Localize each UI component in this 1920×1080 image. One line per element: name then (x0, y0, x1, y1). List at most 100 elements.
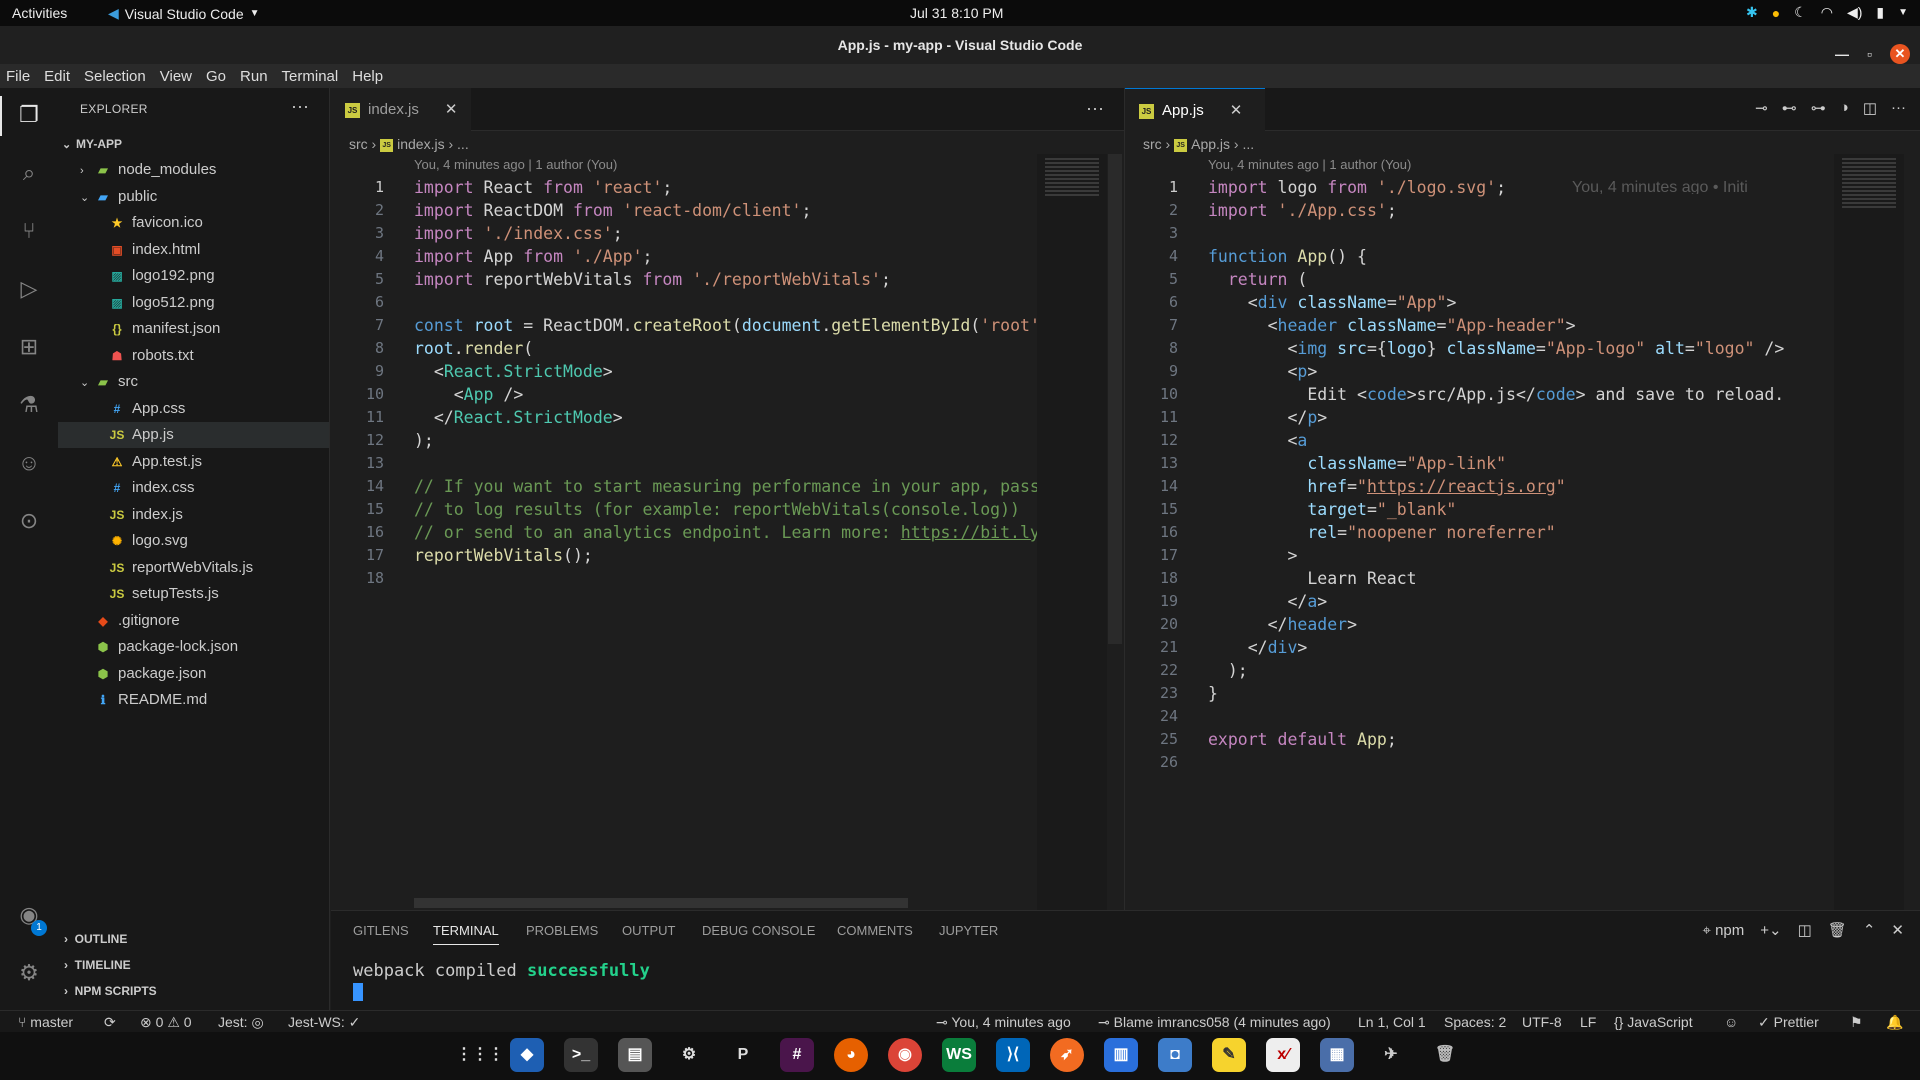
split-terminal-icon[interactable]: ◫ (1798, 921, 1812, 939)
tree-item[interactable]: ★ favicon.ico (58, 210, 329, 236)
tree-root[interactable]: ⌄ MY-APP (58, 131, 329, 157)
jest-status[interactable]: Jest: ◎ (218, 1011, 264, 1033)
kill-terminal-icon[interactable]: 🗑 (1828, 921, 1847, 939)
document-app-icon[interactable]: ▥ (1104, 1038, 1138, 1072)
code-editor-index-js[interactable]: import React from 'react'; import ReactD… (414, 176, 1038, 567)
tab-debug-console[interactable]: DEBUG CONSOLE (702, 923, 815, 938)
minimap-left[interactable] (1037, 154, 1107, 910)
gitlens-icon[interactable]: ⊙ (14, 506, 44, 536)
codelens-blame[interactable]: You, 4 minutes ago | 1 author (You) (414, 157, 617, 175)
tree-item[interactable]: ⬢ package.json (58, 661, 329, 687)
gitlens-compare-icon[interactable]: ⊸ (1755, 99, 1768, 117)
breadcrumb[interactable]: src › JS index.js › ... (349, 133, 469, 155)
show-apps-icon[interactable]: ⋮⋮⋮ (456, 1038, 504, 1072)
night-light-icon[interactable]: ☾ (1794, 4, 1807, 21)
p-app-icon[interactable]: P (726, 1038, 760, 1072)
tab-problems[interactable]: PROBLEMS (526, 923, 598, 938)
tab-app-js[interactable]: JS App.js ✕ (1125, 88, 1265, 131)
terminal-app-icon[interactable]: >_ (564, 1038, 598, 1072)
battery-icon[interactable]: ▮ (1876, 4, 1884, 21)
tree-item[interactable]: # App.css (58, 396, 329, 422)
chrome-app-icon[interactable]: ◉ (888, 1038, 922, 1072)
menu-terminal[interactable]: Terminal (282, 68, 339, 85)
tree-item[interactable]: ▨ logo512.png (58, 290, 329, 316)
tab-gitlens[interactable]: GITLENS (353, 923, 409, 938)
minimap-right[interactable] (1834, 154, 1904, 910)
chevron-down-icon[interactable]: ▼ (1898, 7, 1908, 18)
firefox-app-icon[interactable]: ◕ (834, 1038, 868, 1072)
copilot-icon[interactable]: ☺ (14, 448, 44, 478)
source-control-icon[interactable]: ⑂ (14, 216, 44, 246)
wifi-icon[interactable]: ◠ (1821, 4, 1833, 21)
copilot-status-icon[interactable]: ☺ (1724, 1011, 1738, 1033)
menu-go[interactable]: Go (206, 68, 226, 85)
tree-item[interactable]: {} manifest.json (58, 316, 329, 342)
postman-app-icon[interactable]: ➶ (1050, 1038, 1084, 1072)
close-tab-icon[interactable]: ✕ (445, 101, 458, 118)
tab-comments[interactable]: COMMENTS (837, 923, 913, 938)
prettier-status[interactable]: ✓ Prettier (1758, 1011, 1819, 1033)
system-tray[interactable]: ✱ ● ☾ ◠ ◀) ▮ ▼ (1746, 4, 1908, 21)
split-editor-icon[interactable]: ◫ (1863, 99, 1877, 117)
slack-app-icon[interactable]: # (780, 1038, 814, 1072)
tab-jupyter[interactable]: JUPYTER (939, 923, 998, 938)
explorer-icon[interactable]: ❐ (14, 100, 44, 130)
chrome-tray-icon[interactable]: ● (1772, 5, 1780, 21)
tree-item[interactable]: ⌄ ▰ src (58, 369, 329, 395)
formula-app-icon[interactable]: x⁄ (1266, 1038, 1300, 1072)
indentation[interactable]: Spaces: 2 (1444, 1011, 1506, 1033)
more-actions-icon[interactable]: ··· (1891, 99, 1906, 117)
close-tab-icon[interactable]: ✕ (1230, 102, 1243, 119)
run-debug-icon[interactable]: ▷ (14, 274, 44, 304)
breadcrumb[interactable]: src › JS App.js › ... (1143, 133, 1254, 155)
tree-item[interactable]: ◆ .gitignore (58, 608, 329, 634)
problems-status[interactable]: ⊗ 0 ⚠ 0 (140, 1011, 192, 1033)
settings-gear-icon[interactable]: ⚙ (14, 958, 44, 988)
commit-status[interactable]: ⊸ You, 4 minutes ago (936, 1011, 1071, 1033)
horizontal-scrollbar[interactable] (414, 898, 908, 908)
clock[interactable]: Jul 31 8:10 PM (910, 5, 1003, 21)
testing-icon[interactable]: ⚗ (14, 390, 44, 420)
diamond-app-icon[interactable]: ◆ (510, 1038, 544, 1072)
tree-item[interactable]: JS App.js (58, 422, 329, 448)
notes-app-icon[interactable]: ✎ (1212, 1038, 1246, 1072)
trash-icon[interactable]: 🗑 (1428, 1038, 1462, 1072)
screenshot-app-icon[interactable]: ◘ (1158, 1038, 1192, 1072)
menu-file[interactable]: File (6, 68, 30, 85)
tree-item[interactable]: ☗ robots.txt (58, 343, 329, 369)
more-actions-icon[interactable]: ··· (291, 96, 309, 117)
tree-item[interactable]: ▨ logo192.png (58, 263, 329, 289)
tab-index-js[interactable]: JS index.js ✕ (331, 88, 471, 131)
feedback-icon[interactable]: ⚑ (1850, 1011, 1863, 1033)
sync-icon[interactable]: ⟳ (104, 1011, 116, 1033)
timeline-section[interactable]: › TIMELINE (58, 952, 329, 978)
outline-section[interactable]: › OUTLINE (58, 926, 329, 952)
terminal-selector[interactable]: ⌖ npm (1702, 922, 1744, 939)
volume-icon[interactable]: ◀) (1847, 4, 1862, 21)
files-app-icon[interactable]: ▤ (618, 1038, 652, 1072)
extensions-icon[interactable]: ⊞ (14, 332, 44, 362)
vertical-scrollbar[interactable] (1108, 154, 1122, 644)
tree-item[interactable]: ✺ logo.svg (58, 528, 329, 554)
npm-scripts-section[interactable]: › NPM SCRIPTS (58, 978, 329, 1004)
search-icon[interactable]: ⌕ (14, 158, 44, 188)
webstorm-app-icon[interactable]: WS (942, 1038, 976, 1072)
maximize-panel-icon[interactable]: ⌃ (1863, 921, 1876, 939)
end-of-line[interactable]: LF (1580, 1011, 1596, 1033)
notifications-bell-icon[interactable]: 🔔 (1886, 1011, 1903, 1033)
codelens-blame[interactable]: You, 4 minutes ago | 1 author (You) (1208, 157, 1411, 175)
tab-output[interactable]: OUTPUT (622, 923, 675, 938)
previous-revision-icon[interactable]: ⊷ (1782, 99, 1797, 117)
activities-button[interactable]: Activities (12, 5, 67, 21)
open-changes-icon[interactable]: ◑ (1840, 99, 1849, 117)
cursor-position[interactable]: Ln 1, Col 1 (1358, 1011, 1426, 1033)
blame-status[interactable]: ⊸ Blame imrancs058 (4 minutes ago) (1098, 1011, 1331, 1033)
tree-item[interactable]: # index.css (58, 475, 329, 501)
tree-item[interactable]: › ▰ node_modules (58, 157, 329, 183)
language-mode[interactable]: {} JavaScript (1614, 1011, 1693, 1033)
tree-item[interactable]: ⚠ App.test.js (58, 449, 329, 475)
tab-terminal[interactable]: TERMINAL (433, 923, 499, 945)
menu-selection[interactable]: Selection (84, 68, 146, 85)
menu-run[interactable]: Run (240, 68, 268, 85)
tree-item[interactable]: JS setupTests.js (58, 581, 329, 607)
